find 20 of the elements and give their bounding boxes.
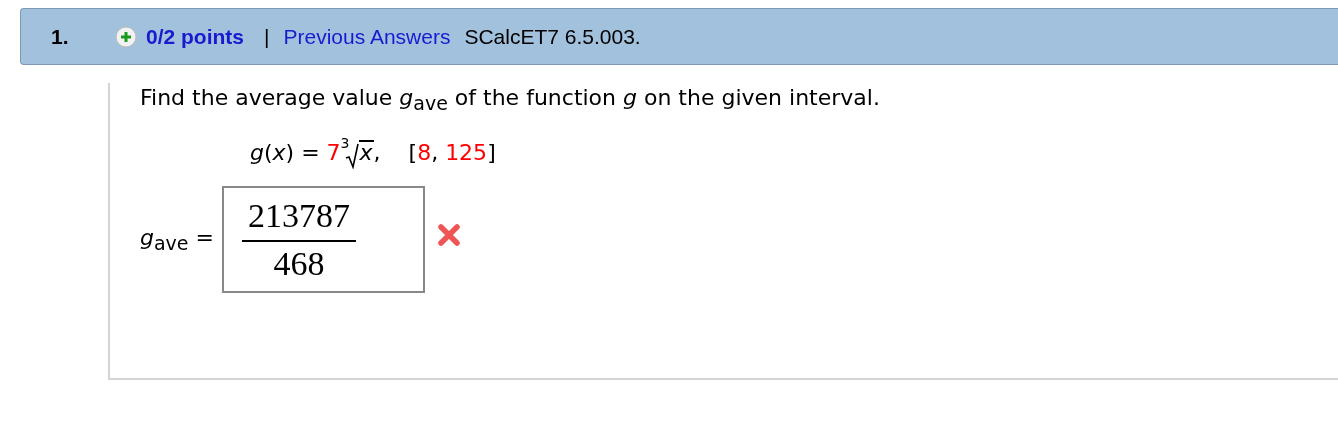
question-prompt: Find the average value g$_{ave}$ of the function g on the given interval. [140, 84, 881, 117]
formula-text: g(x) = [250, 140, 321, 166]
plus-icon[interactable] [115, 25, 137, 48]
formula-text: , [431, 140, 440, 166]
previous-answers-link[interactable]: Previous Answers [283, 24, 451, 49]
question-number: 1. [51, 24, 70, 49]
formula-value: 7 [326, 140, 341, 166]
question-source: SCalcET7 6.5.003. [464, 24, 641, 49]
radicand: x [358, 140, 374, 165]
numerator: 213787 [242, 195, 356, 242]
formula-value: 125 [445, 140, 488, 166]
formula-text: , [ [373, 140, 418, 166]
formula-text: ] [487, 140, 496, 166]
separator: | [264, 24, 270, 49]
answer-field[interactable]: 213787 468 [222, 186, 425, 294]
points-score: 0/2 points [146, 24, 245, 49]
root-index: 3 [340, 135, 350, 152]
answer-label: g$_{ave}$ = [140, 225, 214, 255]
formula-value: 8 [417, 140, 432, 166]
denominator: 468 [273, 243, 325, 284]
